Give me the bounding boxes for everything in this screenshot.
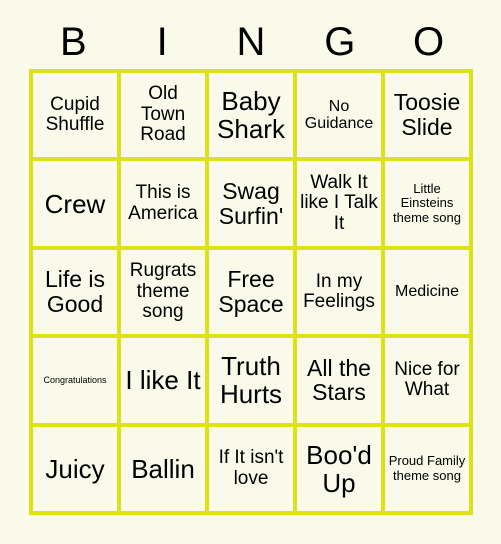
bingo-cell-label: In my Feelings — [303, 270, 375, 313]
bingo-cell-label: No Guidance — [304, 97, 374, 133]
bingo-cell[interactable]: In my Feelings — [297, 249, 385, 339]
bingo-cell-label: Medicine — [394, 283, 460, 301]
bingo-cell-label: I like It — [125, 365, 201, 396]
bingo-cell[interactable]: Walk It like I Talk It — [297, 161, 385, 250]
bingo-cell-label: Little Einsteins theme song — [393, 180, 461, 225]
bingo-cell-label: Proud Family theme song — [388, 453, 466, 483]
bingo-cell[interactable]: Proud Family theme song — [385, 426, 473, 516]
bingo-cell-label: Baby Shark — [217, 86, 285, 145]
bingo-card: B I N G O Cupid Shuffle Old Town Road Ba… — [0, 0, 501, 544]
bingo-cell-free-space[interactable]: Free Space — [209, 249, 297, 339]
bingo-cell[interactable]: Nice for What — [385, 338, 473, 427]
bingo-cell-label: Ballin — [131, 453, 195, 484]
bingo-row: Congratulations I like It Truth Hurts Al… — [33, 338, 473, 427]
bingo-row: Cupid Shuffle Old Town Road Baby Shark N… — [33, 73, 473, 162]
bingo-cell-label: Nice for What — [394, 358, 460, 401]
bingo-cell[interactable]: Old Town Road — [121, 73, 209, 162]
bingo-cell-label: If It isn't love — [218, 447, 284, 489]
bingo-cell[interactable]: Baby Shark — [209, 73, 297, 162]
bingo-grid: Cupid Shuffle Old Town Road Baby Shark N… — [29, 69, 473, 516]
bingo-cell[interactable]: Cupid Shuffle — [33, 73, 121, 162]
bingo-cell-label: Truth Hurts — [219, 351, 283, 410]
bingo-cell-label: Rugrats theme song — [129, 260, 197, 323]
bingo-cell[interactable]: All the Stars — [297, 338, 385, 427]
bingo-cell[interactable]: If It isn't love — [209, 426, 297, 516]
bingo-cell[interactable]: Juicy — [33, 426, 121, 516]
bingo-cell-label: Life is Good — [44, 266, 106, 318]
bingo-row: Juicy Ballin If It isn't love Boo'd Up P… — [33, 426, 473, 516]
bingo-cell-label: Free Space — [218, 266, 284, 318]
header-letter-b: B — [60, 19, 87, 64]
bingo-cell-label: Swag Surfin' — [218, 177, 284, 229]
bingo-cell-label: Boo'd Up — [306, 439, 372, 498]
bingo-cell[interactable]: Medicine — [385, 249, 473, 339]
bingo-cell[interactable]: Truth Hurts — [209, 338, 297, 427]
bingo-cell-label: This is America — [128, 182, 198, 224]
header-letter-i: I — [156, 19, 168, 64]
header-letter-g: G — [324, 19, 356, 64]
bingo-cell[interactable]: This is America — [121, 161, 209, 250]
bingo-cell-label: Old Town Road — [140, 83, 186, 146]
bingo-cell-label: All the Stars — [307, 354, 371, 406]
bingo-header: B I N G O — [29, 14, 473, 69]
bingo-cell[interactable]: Toosie Slide — [385, 73, 473, 162]
bingo-cell[interactable]: Crew — [33, 161, 121, 250]
bingo-cell[interactable]: Boo'd Up — [297, 426, 385, 516]
bingo-cell[interactable]: Swag Surfin' — [209, 161, 297, 250]
bingo-row: Life is Good Rugrats theme song Free Spa… — [33, 249, 473, 339]
bingo-cell[interactable]: No Guidance — [297, 73, 385, 162]
bingo-cell-label: Juicy — [45, 453, 105, 484]
bingo-cell[interactable]: Life is Good — [33, 249, 121, 339]
bingo-cell-label: Congratulations — [43, 375, 107, 386]
bingo-row: Crew This is America Swag Surfin' Walk I… — [33, 161, 473, 250]
bingo-cell[interactable]: Congratulations — [33, 338, 121, 427]
bingo-cell[interactable]: Little Einsteins theme song — [385, 161, 473, 250]
bingo-cell-label: Crew — [44, 188, 106, 219]
bingo-cell[interactable]: Rugrats theme song — [121, 249, 209, 339]
bingo-cell-label: Walk It like I Talk It — [300, 171, 378, 234]
bingo-cell-label: Cupid Shuffle — [45, 93, 105, 136]
bingo-cell[interactable]: Ballin — [121, 426, 209, 516]
bingo-cell[interactable]: I like It — [121, 338, 209, 427]
header-letter-n: N — [236, 19, 266, 64]
bingo-cell-label: Toosie Slide — [393, 89, 461, 141]
header-letter-o: O — [413, 19, 445, 64]
